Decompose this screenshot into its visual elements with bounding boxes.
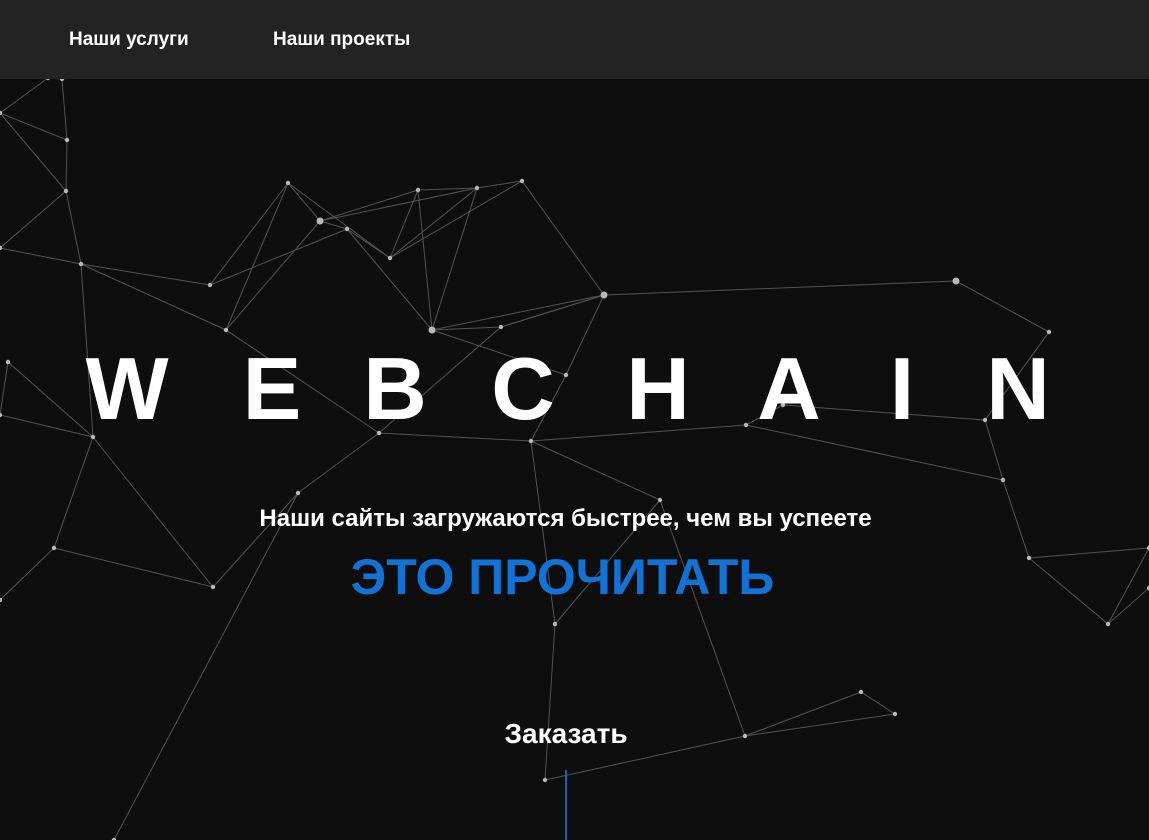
top-navbar: Наши услуги Наши проекты — [0, 0, 1149, 79]
nav-link-projects[interactable]: Наши проекты — [273, 29, 410, 51]
brand-letter: I — [889, 339, 915, 439]
brand-title: W E B C H A I N — [0, 339, 1149, 439]
brand-letter: E — [242, 339, 302, 439]
brand-letter: W — [85, 339, 169, 439]
hero-tagline: Наши сайты загружаются быстрее, чем вы у… — [259, 505, 872, 532]
brand-letter: N — [986, 339, 1050, 439]
nav-link-services[interactable]: Наши услуги — [69, 29, 189, 51]
hero-highlight: ЭТО ПРОЧИТАТЬ — [350, 549, 775, 605]
order-button[interactable]: Заказать — [466, 712, 666, 756]
brand-letter: C — [491, 339, 555, 439]
hero-section: W E B C H A I N Наши сайты загружаются б… — [0, 0, 1149, 840]
brand-letter: B — [363, 339, 427, 439]
brand-letter: H — [626, 339, 690, 439]
brand-letter: A — [757, 339, 821, 439]
scroll-indicator-line — [565, 770, 567, 840]
page: Наши услуги Наши проекты W E B C H A I N… — [0, 0, 1149, 840]
